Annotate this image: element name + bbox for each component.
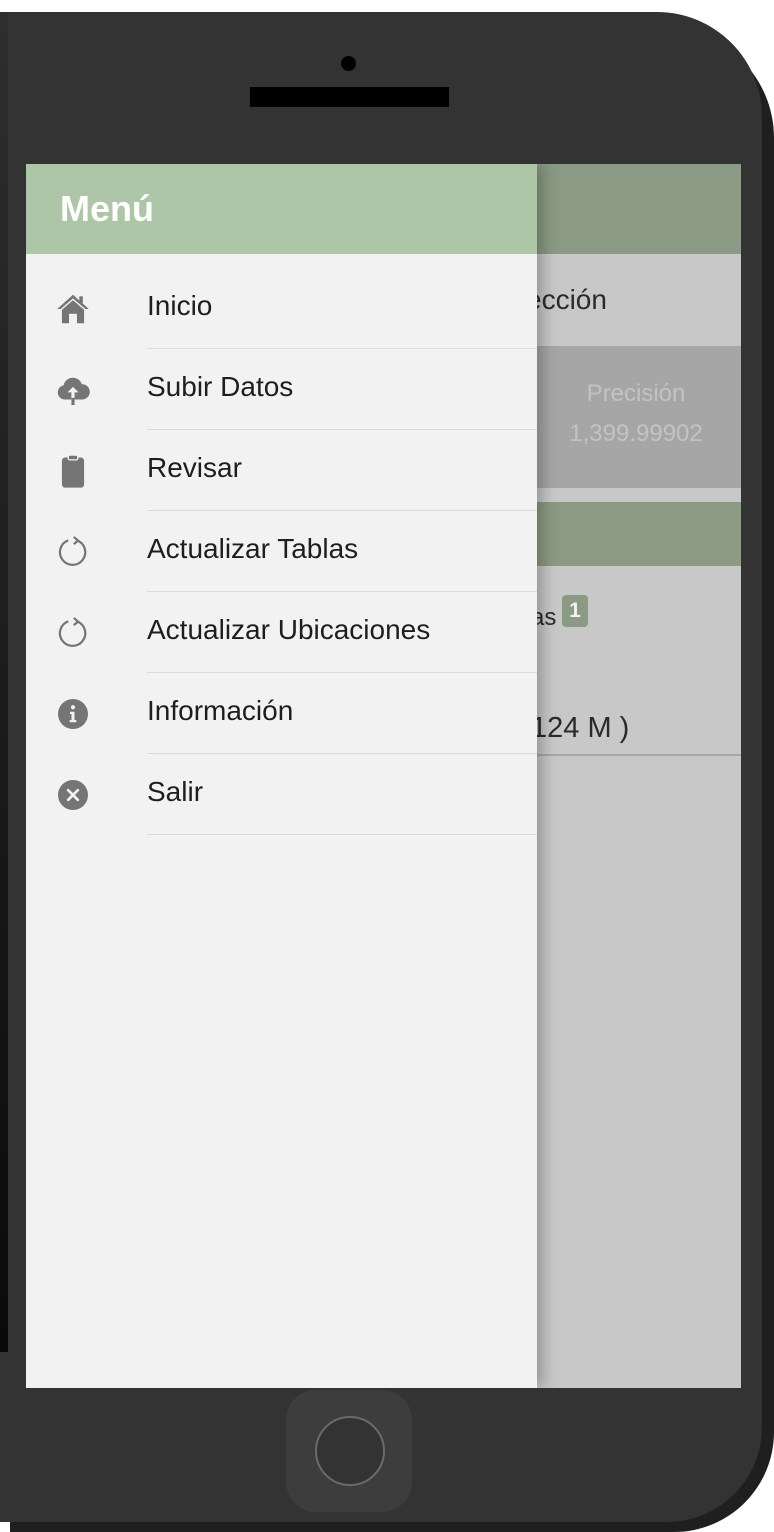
close-circle-icon <box>54 776 92 814</box>
divider <box>526 754 741 756</box>
screen: ección Precisión 1,399.99902 as 1 124 M … <box>26 164 741 1388</box>
menu-item-label: Salir <box>147 776 204 807</box>
cloud-upload-icon <box>54 371 92 409</box>
drawer-title: Menú <box>26 164 537 254</box>
menu-item-label: Subir Datos <box>147 371 294 402</box>
precision-label: Precisión <box>586 380 686 407</box>
clipboard-icon <box>54 452 92 490</box>
menu-item-salir[interactable]: Salir <box>26 754 537 835</box>
home-button[interactable] <box>315 1416 385 1486</box>
menu-item-informacion[interactable]: Información <box>26 673 537 754</box>
refresh-icon <box>54 533 92 571</box>
info-icon <box>54 695 92 733</box>
menu-item-label: Actualizar Ubicaciones <box>147 614 431 645</box>
menu-item-label: Información <box>147 695 294 726</box>
value-text: 124 M ) <box>531 712 630 744</box>
earpiece-speaker <box>250 87 449 107</box>
menu-item-revisar[interactable]: Revisar <box>26 430 537 511</box>
menu-item-label: Inicio <box>147 290 213 321</box>
refresh-icon <box>54 614 92 652</box>
menu-item-actualizar-ubicaciones[interactable]: Actualizar Ubicaciones <box>26 592 537 673</box>
menu-item-label: Revisar <box>147 452 242 483</box>
home-icon <box>54 290 92 328</box>
phone-frame: ección Precisión 1,399.99902 as 1 124 M … <box>0 12 762 1522</box>
front-camera <box>341 56 356 71</box>
menu-item-actualizar-tablas[interactable]: Actualizar Tablas <box>26 511 537 592</box>
menu-item-inicio[interactable]: Inicio <box>26 254 537 349</box>
menu-item-subir-datos[interactable]: Subir Datos <box>26 349 537 430</box>
side-drawer: Menú Inicio Subir Datos Revisar Actualiz… <box>26 164 537 1388</box>
menu-list: Inicio Subir Datos Revisar Actualizar Ta… <box>26 254 537 835</box>
app-row-text: ección <box>526 284 607 315</box>
menu-item-label: Actualizar Tablas <box>147 533 359 564</box>
count-badge: 1 <box>562 595 588 627</box>
phone-edge <box>0 12 8 1352</box>
precision-value: 1,399.99902 <box>569 420 703 447</box>
menu-separator <box>147 834 537 835</box>
